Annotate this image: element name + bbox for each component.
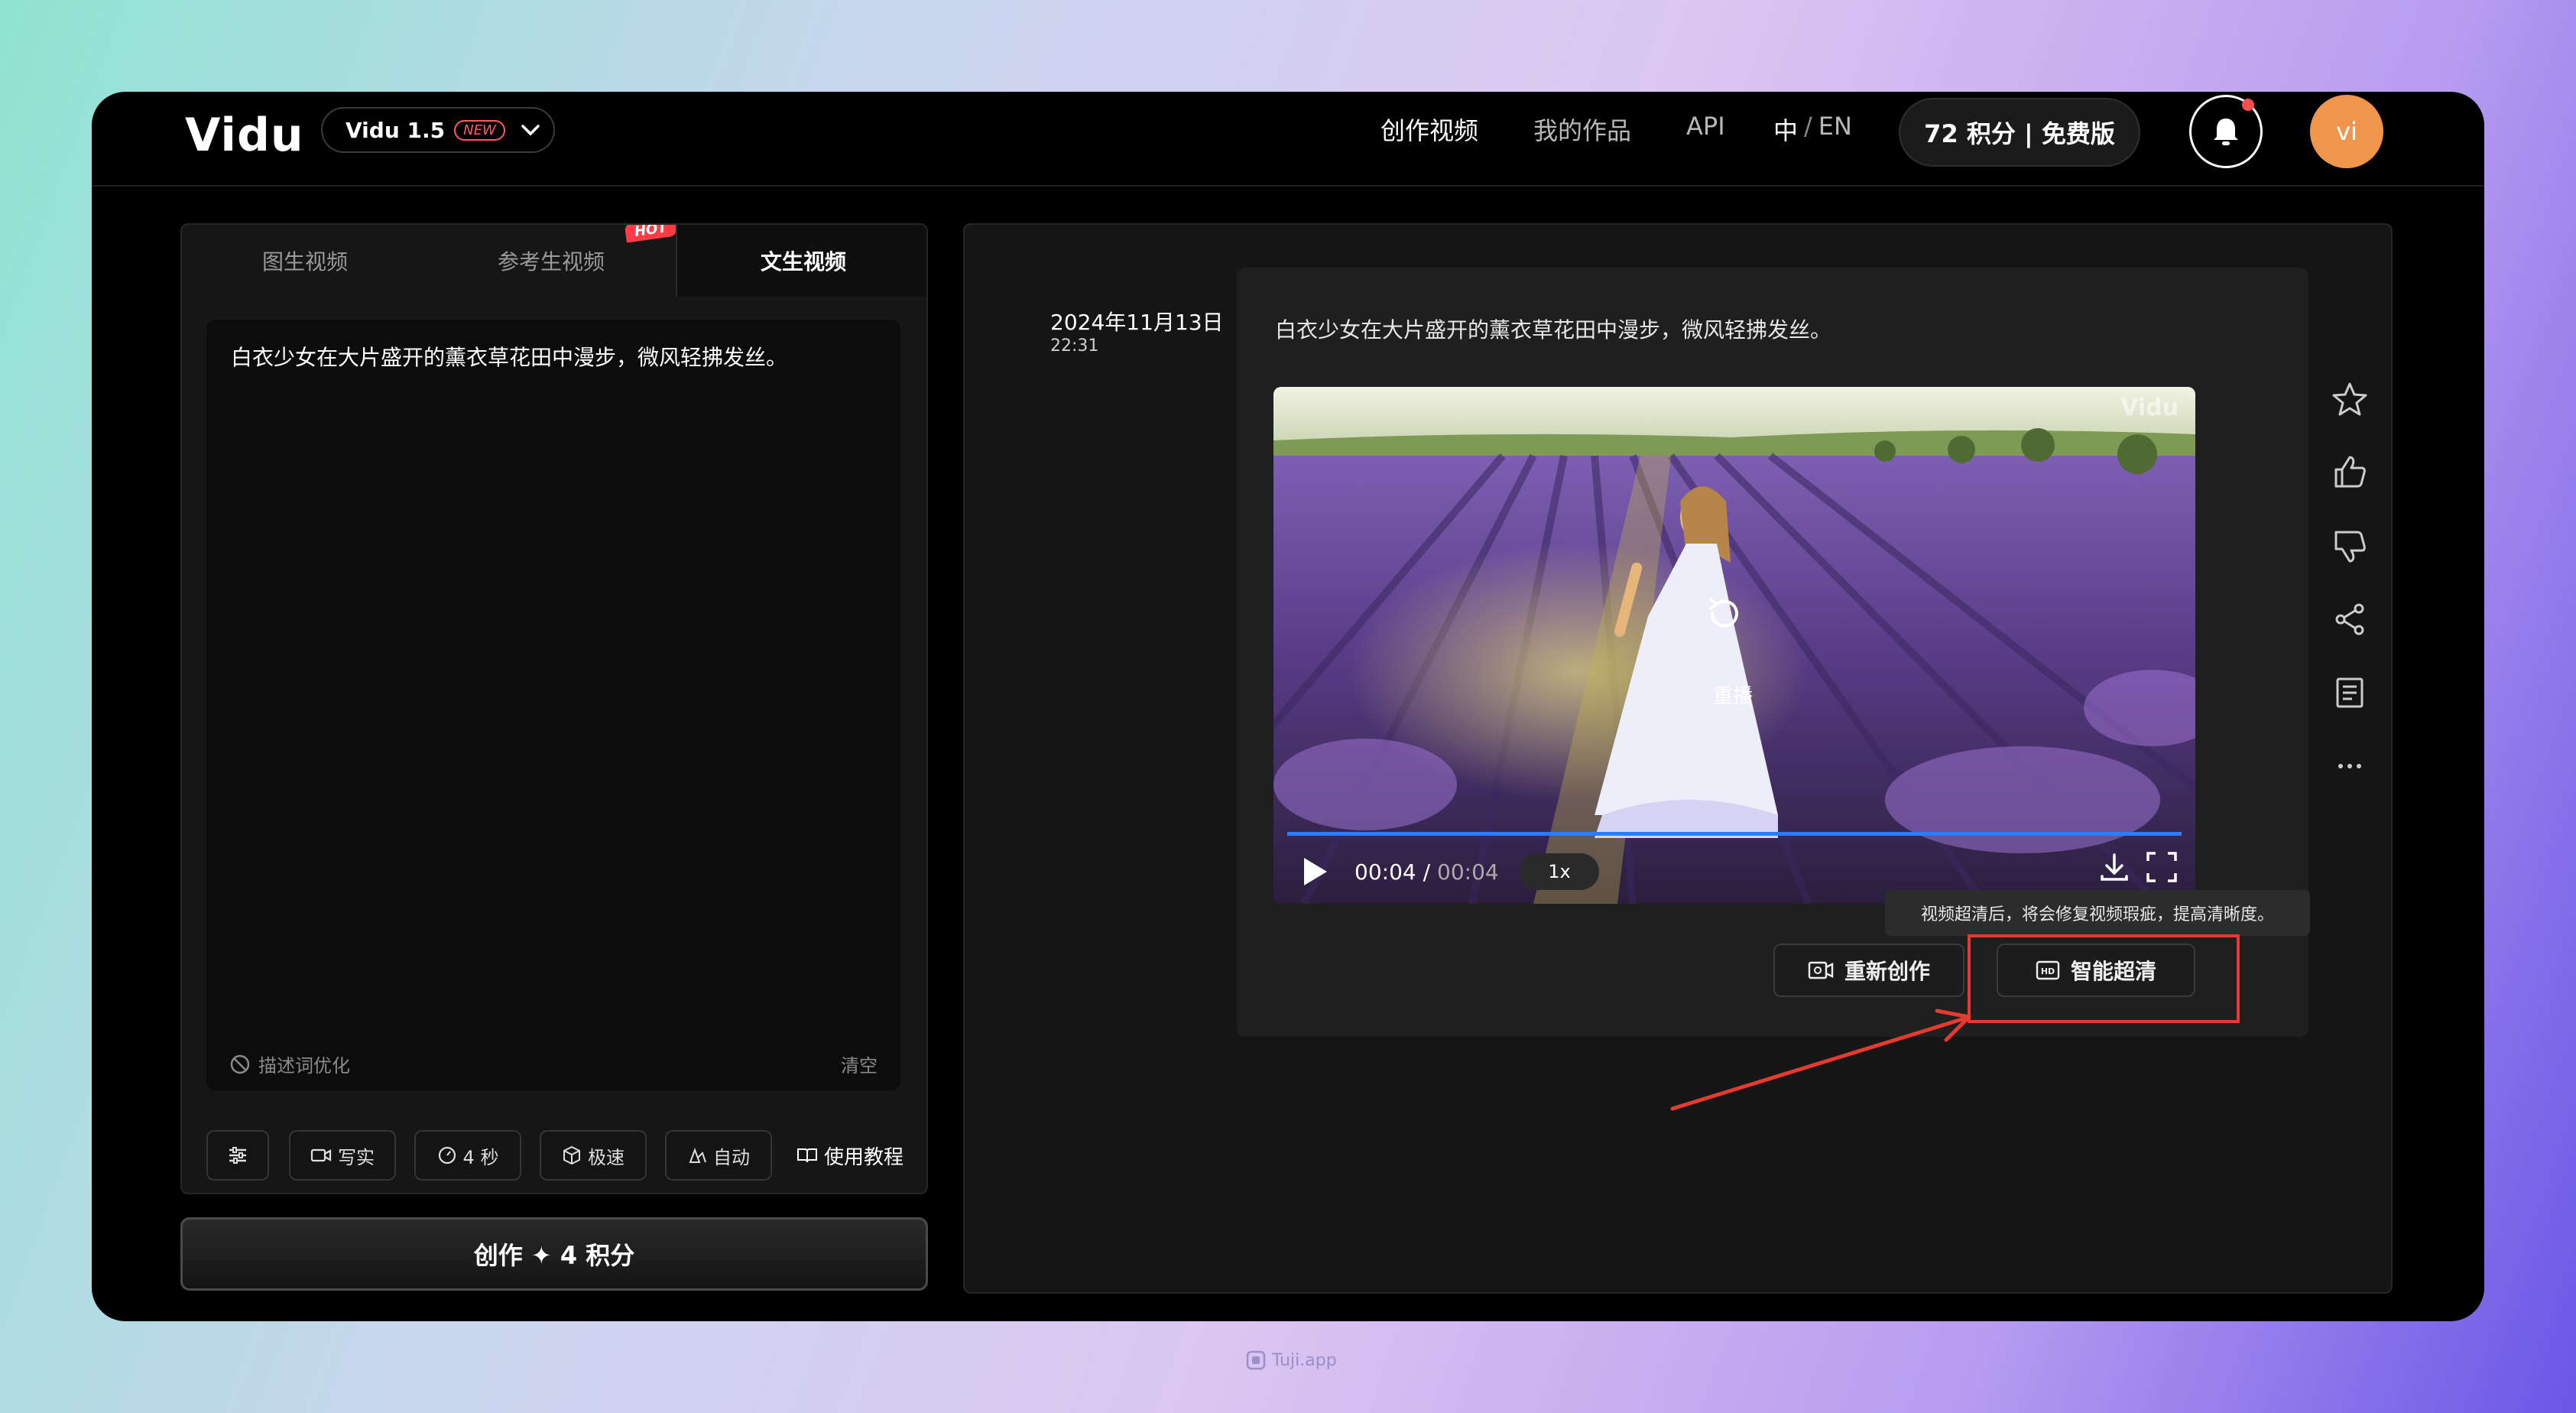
tuji-logo-icon [1246, 1350, 1266, 1370]
thumbs-down-icon [2334, 531, 2366, 563]
video-retry-icon [1808, 961, 1834, 979]
tuji-watermark: Tuji.app [1246, 1350, 1337, 1370]
highlight-box [1968, 934, 2240, 1023]
style-button[interactable]: 写实 [289, 1130, 396, 1181]
sliders-icon [229, 1147, 246, 1164]
current-time: 00:04 / [1355, 859, 1431, 885]
document-icon [2336, 677, 2363, 708]
replay-label[interactable]: 重播 [1713, 681, 1753, 709]
play-icon[interactable] [1301, 856, 1329, 887]
settings-toolbar: 写实 4 秒 极速 自动 使用教程 [206, 1130, 910, 1182]
new-badge: NEW [454, 119, 505, 141]
nav-create-video[interactable]: 创作视频 [1380, 112, 1478, 147]
vidu-logo[interactable]: Vidu [185, 109, 304, 162]
more-icon [2338, 764, 2361, 768]
top-header: Vidu Vidu 1.5 NEW 创作视频 我的作品 API 中 / EN 7… [92, 92, 2484, 187]
clear-button[interactable]: 清空 [841, 1051, 878, 1077]
tab-text-to-video[interactable]: 文生视频 [676, 225, 926, 297]
motion-icon [689, 1148, 706, 1163]
prompt-textarea[interactable]: 白衣少女在大片盛开的薰衣草花田中漫步，微风轻拂发丝。 描述词优化 清空 [206, 320, 900, 1090]
share-icon [2335, 603, 2364, 635]
tab-image-to-video[interactable]: 图生视频 [182, 225, 428, 297]
duration-button[interactable]: 4 秒 [414, 1130, 521, 1181]
more-button[interactable] [2325, 742, 2374, 791]
total-time: 00:04 [1437, 859, 1499, 885]
recreate-button[interactable]: 重新创作 [1773, 944, 1964, 997]
download-icon[interactable] [2097, 850, 2131, 884]
favorite-button[interactable] [2325, 375, 2374, 424]
result-date: 2024年11月13日 [1050, 310, 1224, 335]
version-label: Vidu 1.5 [346, 117, 446, 143]
replay-icon[interactable] [1702, 590, 1747, 636]
motion-label: 自动 [713, 1146, 750, 1168]
star-icon [2332, 382, 2367, 416]
cube-icon [563, 1145, 580, 1165]
credits-plan-button[interactable]: 72 积分 | 免费版 [1899, 98, 2140, 167]
results-panel: 2024年11月13日 22:31 白衣少女在大片盛开的薰衣草花田中漫步，微风轻… [963, 223, 2393, 1294]
prompt-optimize-toggle[interactable]: 描述词优化 [229, 1051, 350, 1077]
app-window: Vidu Vidu 1.5 NEW 创作视频 我的作品 API 中 / EN 7… [92, 92, 2484, 1321]
motion-button[interactable]: 自动 [665, 1130, 772, 1181]
nav-api[interactable]: API [1686, 112, 1725, 141]
share-button[interactable] [2325, 595, 2374, 644]
camera-icon [310, 1148, 332, 1162]
bell-icon [2214, 119, 2238, 145]
chevron-down-icon [521, 119, 540, 141]
upscale-tooltip: 视频超清后，将会修复视频瑕疵，提高清晰度。 [1885, 890, 2310, 936]
annotation-arrow-icon [1670, 1009, 1971, 1111]
version-selector[interactable]: Vidu 1.5 NEW [321, 107, 555, 153]
details-button[interactable] [2325, 668, 2374, 717]
video-player[interactable]: Vidu 重播 00:04 / 00:04 1x [1273, 387, 2195, 904]
user-avatar[interactable]: vi [2310, 95, 2383, 168]
result-prompt: 白衣少女在大片盛开的薰衣草花田中漫步，微风轻拂发丝。 [1275, 317, 1832, 343]
nav-my-works[interactable]: 我的作品 [1533, 112, 1631, 147]
language-switch[interactable]: 中 / EN [1773, 112, 1852, 147]
fullscreen-icon[interactable] [2145, 850, 2179, 884]
playback-speed[interactable]: 1x [1520, 853, 1599, 890]
clock-icon [438, 1146, 456, 1165]
recreate-label: 重新创作 [1844, 959, 1930, 984]
settings-button[interactable] [206, 1130, 269, 1181]
like-button[interactable] [2325, 448, 2374, 497]
result-time: 22:31 [1050, 336, 1099, 356]
lavender-field-video-frame [1273, 387, 2195, 904]
lang-separator: / [1804, 112, 1812, 141]
lang-zh[interactable]: 中 [1773, 112, 1798, 147]
create-button[interactable]: 创作 ✦ 4 积分 [180, 1217, 928, 1291]
duration-label: 4 秒 [462, 1146, 499, 1168]
video-progress-bar[interactable] [1287, 832, 2182, 836]
video-watermark: Vidu [2120, 395, 2179, 421]
book-icon [797, 1148, 817, 1163]
tutorial-link[interactable]: 使用教程 [796, 1130, 904, 1181]
speed-mode-label: 极速 [588, 1146, 625, 1168]
lang-en[interactable]: EN [1818, 112, 1852, 147]
thumbs-up-icon [2334, 456, 2366, 488]
style-label: 写实 [338, 1146, 375, 1168]
prompt-optimize-label: 描述词优化 [258, 1055, 350, 1077]
disabled-icon [230, 1054, 250, 1074]
speed-mode-button[interactable]: 极速 [540, 1130, 647, 1181]
notification-button[interactable] [2189, 95, 2263, 168]
mode-tabs: 图生视频 参考生视频 HOT 文生视频 [182, 225, 926, 297]
dislike-button[interactable] [2325, 521, 2374, 570]
prompt-text[interactable]: 白衣少女在大片盛开的薰衣草花田中漫步，微风轻拂发丝。 [231, 341, 787, 372]
generation-panel: 图生视频 参考生视频 HOT 文生视频 白衣少女在大片盛开的薰衣草花田中漫步，微… [180, 223, 928, 1194]
tutorial-label: 使用教程 [824, 1145, 904, 1169]
notification-dot [2242, 99, 2254, 111]
